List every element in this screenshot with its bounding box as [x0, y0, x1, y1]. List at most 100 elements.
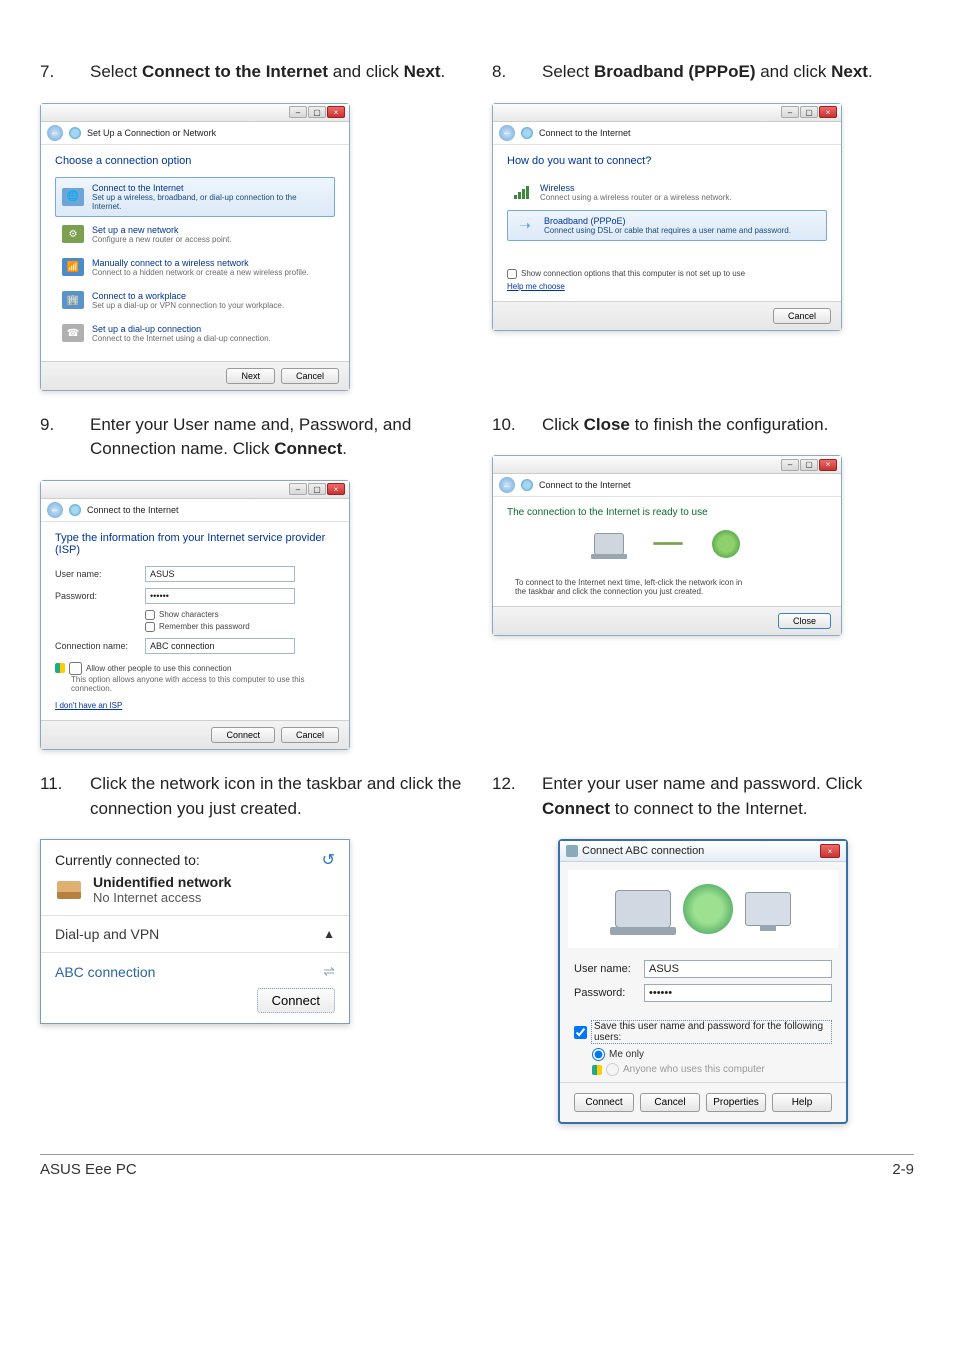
- dialog-titlebar: – ▢ ×: [41, 104, 349, 122]
- shield-icon: [592, 1065, 602, 1075]
- dialog-header: ← Connect to the Internet: [41, 499, 349, 522]
- maximize-button[interactable]: ▢: [308, 483, 326, 495]
- dialog-heading: How do you want to connect?: [507, 155, 827, 167]
- connection-name-input[interactable]: ABC connection: [145, 638, 295, 654]
- maximize-button[interactable]: ▢: [800, 459, 818, 471]
- show-chars-checkbox[interactable]: [145, 610, 155, 620]
- dialog-connect-abc: Connect ABC connection × User name: ASUS…: [558, 839, 848, 1124]
- connection-name: ABC connection: [55, 964, 155, 980]
- workplace-icon: 🏢: [62, 291, 84, 309]
- dialog-title: Connect ABC connection: [582, 845, 704, 857]
- globe-icon: [69, 127, 81, 139]
- option-broadband[interactable]: Broadband (PPPoE) Connect using DSL or c…: [507, 210, 827, 241]
- dialog-titlebar: – ▢ ×: [41, 481, 349, 499]
- option-dialup[interactable]: ☎ Set up a dial-up connection Connect to…: [55, 318, 335, 349]
- back-icon[interactable]: ←: [47, 502, 63, 518]
- username-label: User name:: [55, 569, 145, 579]
- cancel-button[interactable]: Cancel: [773, 308, 831, 324]
- step-12: 12. Enter your user name and password. C…: [492, 772, 914, 821]
- dialog-title: Connect to the Internet: [539, 128, 631, 138]
- back-icon[interactable]: ←: [499, 125, 515, 141]
- no-isp-link[interactable]: I don't have an ISP: [55, 701, 335, 710]
- flyout-connect-button[interactable]: Connect: [257, 988, 335, 1013]
- help-button[interactable]: Help: [772, 1093, 832, 1112]
- option-wireless[interactable]: Wireless Connect using a wireless router…: [507, 177, 827, 208]
- wireless-icon: 📶: [62, 258, 84, 276]
- show-options-label: Show connection options that this comput…: [521, 269, 745, 278]
- password-input[interactable]: ••••••: [145, 588, 295, 604]
- step-text: Select Connect to the Internet and click…: [90, 60, 462, 85]
- close-button[interactable]: ×: [819, 459, 837, 471]
- allow-others-checkbox[interactable]: [69, 662, 82, 675]
- connect-button[interactable]: Connect: [211, 727, 275, 743]
- username-label: User name:: [574, 963, 644, 975]
- ready-tip-line2: the taskbar and click the connection you…: [515, 587, 742, 596]
- dialog-heading: Type the information from your Internet …: [55, 532, 335, 556]
- minimize-button[interactable]: –: [781, 106, 799, 118]
- step-number: 12.: [492, 772, 542, 821]
- option-new-network[interactable]: ⚙ Set up a new network Configure a new r…: [55, 219, 335, 250]
- show-options-checkbox[interactable]: [507, 269, 517, 279]
- option-manual-wireless[interactable]: 📶 Manually connect to a wireless network…: [55, 252, 335, 283]
- shield-icon: [55, 663, 65, 673]
- username-input[interactable]: ASUS: [145, 566, 295, 582]
- router-icon: ⚙: [62, 225, 84, 243]
- laptop-icon: [594, 533, 624, 555]
- option-workplace[interactable]: 🏢 Connect to a workplace Set up a dial-u…: [55, 285, 335, 316]
- option-connect-internet[interactable]: 🌐 Connect to the Internet Set up a wirel…: [55, 177, 335, 217]
- close-button[interactable]: ×: [820, 844, 840, 858]
- connection-abc-row[interactable]: ABC connection ⇌: [55, 963, 335, 980]
- save-credentials-checkbox[interactable]: [574, 1026, 587, 1039]
- minimize-button[interactable]: –: [781, 459, 799, 471]
- next-button[interactable]: Next: [226, 368, 275, 384]
- maximize-button[interactable]: ▢: [308, 106, 326, 118]
- remember-checkbox[interactable]: [145, 622, 155, 632]
- connect-button[interactable]: Connect: [574, 1093, 634, 1112]
- close-button[interactable]: Close: [778, 613, 831, 629]
- internet-icon: 🌐: [62, 188, 84, 206]
- page-footer: ASUS Eee PC 2-9: [40, 1154, 914, 1178]
- back-icon[interactable]: ←: [499, 477, 515, 493]
- dialog-title: Set Up a Connection or Network: [87, 128, 216, 138]
- refresh-icon[interactable]: ↺: [322, 850, 335, 870]
- step-10: 10. Click Close to finish the configurat…: [492, 413, 914, 438]
- globe-icon: [712, 530, 740, 558]
- dialog-titlebar: – ▢ ×: [493, 104, 841, 122]
- close-button[interactable]: ×: [327, 483, 345, 495]
- network-status: No Internet access: [93, 890, 231, 905]
- maximize-button[interactable]: ▢: [800, 106, 818, 118]
- dialog-heading: Choose a connection option: [55, 155, 335, 167]
- dialog-header: ← Set Up a Connection or Network: [41, 122, 349, 145]
- minimize-button[interactable]: –: [289, 106, 307, 118]
- close-button[interactable]: ×: [819, 106, 837, 118]
- username-input[interactable]: ASUS: [644, 960, 832, 978]
- cancel-button[interactable]: Cancel: [281, 368, 339, 384]
- cancel-button[interactable]: Cancel: [281, 727, 339, 743]
- close-button[interactable]: ×: [327, 106, 345, 118]
- minimize-button[interactable]: –: [289, 483, 307, 495]
- step-number: 9.: [40, 413, 90, 462]
- globe-icon: [683, 884, 733, 934]
- connection-visual: [568, 870, 838, 948]
- signal-icon: [514, 185, 532, 199]
- dialog-title: Connect to the Internet: [87, 505, 179, 515]
- back-icon[interactable]: ←: [47, 125, 63, 141]
- anyone-label: Anyone who uses this computer: [623, 1064, 765, 1075]
- app-icon: [566, 845, 578, 857]
- properties-button[interactable]: Properties: [706, 1093, 766, 1112]
- chevron-up-icon[interactable]: ▲: [323, 927, 335, 941]
- footer-left: ASUS Eee PC: [40, 1161, 137, 1178]
- dialup-icon: ☎: [62, 324, 84, 342]
- help-link[interactable]: Help me choose: [507, 282, 565, 291]
- save-credentials-label: Save this user name and password for the…: [591, 1020, 832, 1044]
- me-only-radio[interactable]: [592, 1048, 605, 1061]
- password-label: Password:: [574, 987, 644, 999]
- step-number: 11.: [40, 772, 90, 821]
- globe-icon: [69, 504, 81, 516]
- dialog-how-connect: – ▢ × ← Connect to the Internet How do y…: [492, 103, 842, 331]
- step-8: 8. Select Broadband (PPPoE) and click Ne…: [492, 60, 914, 85]
- password-input[interactable]: ••••••: [644, 984, 832, 1002]
- network-name: Unidentified network: [93, 874, 231, 890]
- dialog-titlebar: – ▢ ×: [493, 456, 841, 474]
- cancel-button[interactable]: Cancel: [640, 1093, 700, 1112]
